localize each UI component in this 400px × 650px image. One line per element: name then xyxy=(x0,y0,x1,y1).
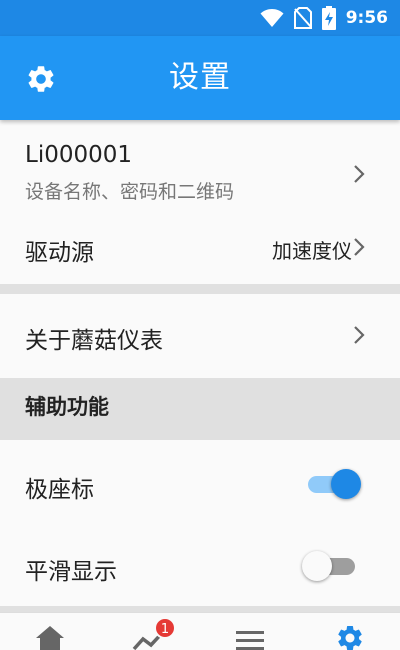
drive-source-value: 加速度仪 xyxy=(272,239,352,263)
smooth-toggle[interactable] xyxy=(302,551,358,581)
home-icon[interactable] xyxy=(33,623,67,650)
drive-source-item[interactable]: 驱动源 加速度仪 xyxy=(0,220,400,276)
chevron-right-icon xyxy=(354,326,365,344)
drive-source-label: 驱动源 xyxy=(25,240,94,266)
toggle-thumb xyxy=(302,551,332,581)
status-icons: 9:56 xyxy=(260,6,388,30)
polar-label: 极座标 xyxy=(25,477,94,503)
polar-toggle[interactable] xyxy=(305,469,361,499)
nav-item-chart[interactable]: 1 xyxy=(132,617,176,650)
gear-icon[interactable] xyxy=(333,623,367,650)
chevron-right-icon xyxy=(354,238,365,256)
page-title: 设置 xyxy=(169,60,231,95)
about-label: 关于蘑菇仪表 xyxy=(25,328,163,354)
polar-coordinates-item[interactable]: 极座标 xyxy=(0,446,400,526)
status-time: 9:56 xyxy=(345,8,388,28)
list-icon[interactable] xyxy=(233,623,267,650)
accessibility-section-header: 辅助功能 xyxy=(0,378,400,440)
wifi-icon xyxy=(260,9,284,27)
toggle-thumb xyxy=(331,469,361,499)
smooth-display-item[interactable]: 平滑显示 xyxy=(0,528,400,608)
chevron-right-icon xyxy=(354,165,365,183)
no-sim-icon xyxy=(293,7,312,29)
section-header-label: 辅助功能 xyxy=(25,395,109,419)
about-item[interactable]: 关于蘑菇仪表 xyxy=(0,298,400,376)
device-name: Li000001 xyxy=(25,142,133,168)
status-bar: 9:56 xyxy=(0,0,400,36)
device-subtitle: 设备名称、密码和二维码 xyxy=(25,181,235,203)
device-settings-item[interactable]: Li000001 设备名称、密码和二维码 xyxy=(0,130,400,214)
notification-badge: 1 xyxy=(154,617,176,639)
battery-charging-icon xyxy=(321,6,336,30)
section-divider xyxy=(0,284,400,294)
bottom-navigation: 1 xyxy=(0,612,400,650)
app-bar: 设置 xyxy=(0,36,400,120)
smooth-label: 平滑显示 xyxy=(25,559,117,585)
